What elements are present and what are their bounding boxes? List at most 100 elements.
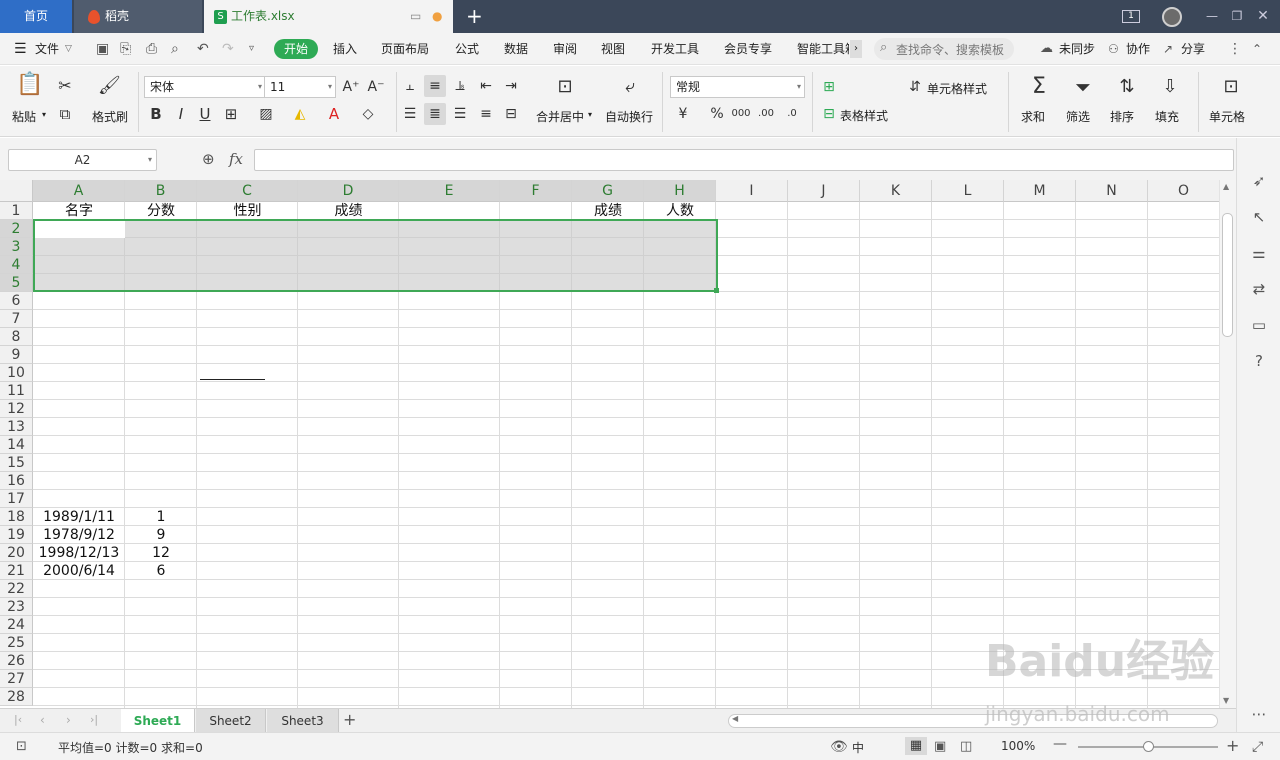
sum-icon[interactable]: Σ (1026, 76, 1052, 98)
row-header-23[interactable]: 23 (0, 598, 33, 616)
add-sheet-button[interactable]: + (343, 710, 356, 729)
row-header-28[interactable]: 28 (0, 688, 33, 706)
cell-b20[interactable]: 12 (125, 544, 197, 562)
normal-view-icon[interactable]: ▦ (905, 737, 927, 755)
underline-icon[interactable]: U (194, 103, 216, 125)
increase-decimal-icon[interactable]: .00 (755, 103, 777, 125)
decrease-decimal-icon[interactable]: .0 (781, 103, 803, 125)
cell-c1[interactable]: 性别 (197, 202, 298, 220)
row-header-6[interactable]: 6 (0, 292, 33, 310)
fill-icon[interactable]: ⇩ (1157, 76, 1183, 98)
export-icon[interactable]: ⎘ (120, 40, 131, 58)
row-header-16[interactable]: 16 (0, 472, 33, 490)
bold-icon[interactable]: B (145, 103, 167, 125)
column-header-h[interactable]: H (644, 180, 716, 202)
avatar[interactable] (1162, 0, 1184, 33)
sort-icon[interactable]: ⇅ (1114, 76, 1140, 98)
row-header-15[interactable]: 15 (0, 454, 33, 472)
row-header-13[interactable]: 13 (0, 418, 33, 436)
cells-button[interactable]: 单元格 (1209, 108, 1245, 125)
decrease-indent-icon[interactable]: ⇤ (475, 75, 497, 97)
cell-a21[interactable]: 2000/6/14 (33, 562, 125, 580)
command-search-box[interactable]: ⌕ 查找命令、搜索模板 (874, 38, 1014, 60)
row-header-3[interactable]: 3 (0, 238, 33, 256)
row-header-26[interactable]: 26 (0, 652, 33, 670)
row-header-17[interactable]: 17 (0, 490, 33, 508)
copy-icon[interactable]: ⧉ (54, 103, 76, 125)
column-header-g[interactable]: G (572, 180, 644, 202)
save-icon[interactable]: ▣ (96, 40, 109, 58)
font-color-icon[interactable]: A (323, 103, 345, 125)
row-header-4[interactable]: 4 (0, 256, 33, 274)
column-header-j[interactable]: J (788, 180, 860, 202)
align-left-icon[interactable]: ☰ (399, 103, 421, 125)
fullscreen-icon[interactable]: ⤢ (1252, 739, 1263, 755)
transfer-icon[interactable]: ⇄ (1249, 279, 1269, 299)
align-center-icon[interactable]: ≣ (424, 103, 446, 125)
quick-access-dropdown-icon[interactable]: ▿ (249, 40, 254, 58)
restore-icon[interactable]: ❐ (1230, 0, 1244, 33)
table-style-icon[interactable]: ⊟ (818, 103, 840, 125)
number-format-select[interactable]: 常规 ▾ (670, 76, 805, 98)
prev-sheet-icon[interactable]: ‹ (40, 713, 45, 727)
menu-tab-developer[interactable]: 开发工具 (651, 40, 699, 58)
macro-record-icon[interactable]: ⊡ (16, 739, 27, 754)
filter-button[interactable]: 筛选 (1066, 108, 1090, 125)
input-lang-button[interactable]: 中 (852, 739, 864, 756)
help-icon[interactable]: ? (1249, 351, 1269, 371)
format-painter-button[interactable]: 格式刷 (92, 108, 128, 125)
column-header-n[interactable]: N (1076, 180, 1148, 202)
select-cursor-icon[interactable]: ↖ (1249, 207, 1269, 227)
row-header-5[interactable]: 5 (0, 274, 33, 292)
row-header-2[interactable]: 2 (0, 220, 33, 238)
cell-g1[interactable]: 成绩 (572, 202, 644, 220)
first-sheet-icon[interactable]: |‹ (14, 713, 22, 726)
monitor-icon[interactable]: ▭ (410, 0, 421, 33)
row-header-1[interactable]: 1 (0, 202, 33, 220)
cell-b1[interactable]: 分数 (125, 202, 197, 220)
column-header-m[interactable]: M (1004, 180, 1076, 202)
align-middle-icon[interactable]: ≡ (424, 75, 446, 97)
menu-tab-data[interactable]: 数据 (504, 40, 528, 58)
menu-file[interactable]: 文件 (35, 40, 59, 58)
row-header-19[interactable]: 19 (0, 526, 33, 544)
increase-indent-icon[interactable]: ⇥ (500, 75, 522, 97)
cell-style-icon[interactable]: ⇵ (904, 76, 926, 98)
align-right-icon[interactable]: ☰ (449, 103, 471, 125)
fill-pattern-icon[interactable]: ▨ (255, 103, 277, 125)
cell-d1[interactable]: 成绩 (298, 202, 399, 220)
column-header-a[interactable]: A (33, 180, 125, 202)
cut-icon[interactable]: ✂ (54, 75, 76, 97)
reading-view-icon[interactable]: ◫ (960, 739, 972, 754)
select-all-corner[interactable] (0, 180, 33, 202)
zoom-out-icon[interactable]: — (1053, 736, 1067, 752)
menu-more-chevron-icon[interactable]: › (850, 40, 862, 58)
more-horizontal-icon[interactable]: ⋯ (1249, 704, 1269, 724)
thousands-separator-icon[interactable]: 000 (730, 103, 752, 125)
paste-button[interactable]: 粘贴 (12, 108, 36, 125)
row-header-22[interactable]: 22 (0, 580, 33, 598)
wrap-text-icon[interactable]: ⤶ (617, 76, 643, 98)
zoom-formula-icon[interactable]: ⊕ (202, 150, 215, 168)
filter-icon[interactable]: ⏷ (1070, 76, 1096, 98)
cell-b19[interactable]: 9 (125, 526, 197, 544)
unsaved-dot-icon[interactable]: ● (432, 0, 442, 33)
scroll-left-icon[interactable]: ◀ (732, 714, 738, 723)
menu-tab-start[interactable]: 开始 (274, 39, 319, 59)
cell-a20[interactable]: 1998/12/13 (33, 544, 125, 562)
name-box[interactable]: A2 ▾ (8, 149, 157, 171)
row-header-24[interactable]: 24 (0, 616, 33, 634)
tab-docer[interactable]: 稻壳 (74, 0, 202, 33)
column-header-b[interactable]: B (125, 180, 197, 202)
italic-icon[interactable]: I (170, 103, 192, 125)
font-name-select[interactable]: 宋体 ▾ (144, 76, 266, 98)
row-header-20[interactable]: 20 (0, 544, 33, 562)
menu-tab-view[interactable]: 视图 (601, 40, 625, 58)
inbox-icon[interactable]: ▭ (1249, 315, 1269, 335)
format-painter-icon[interactable]: 🖌 (98, 75, 121, 97)
ribbon-collapse-chevron-icon[interactable]: ⌃ (1252, 40, 1262, 58)
row-header-7[interactable]: 7 (0, 310, 33, 328)
zoom-level[interactable]: 100% (1001, 739, 1035, 753)
row-header-14[interactable]: 14 (0, 436, 33, 454)
menu-tab-member[interactable]: 会员专享 (724, 40, 772, 58)
